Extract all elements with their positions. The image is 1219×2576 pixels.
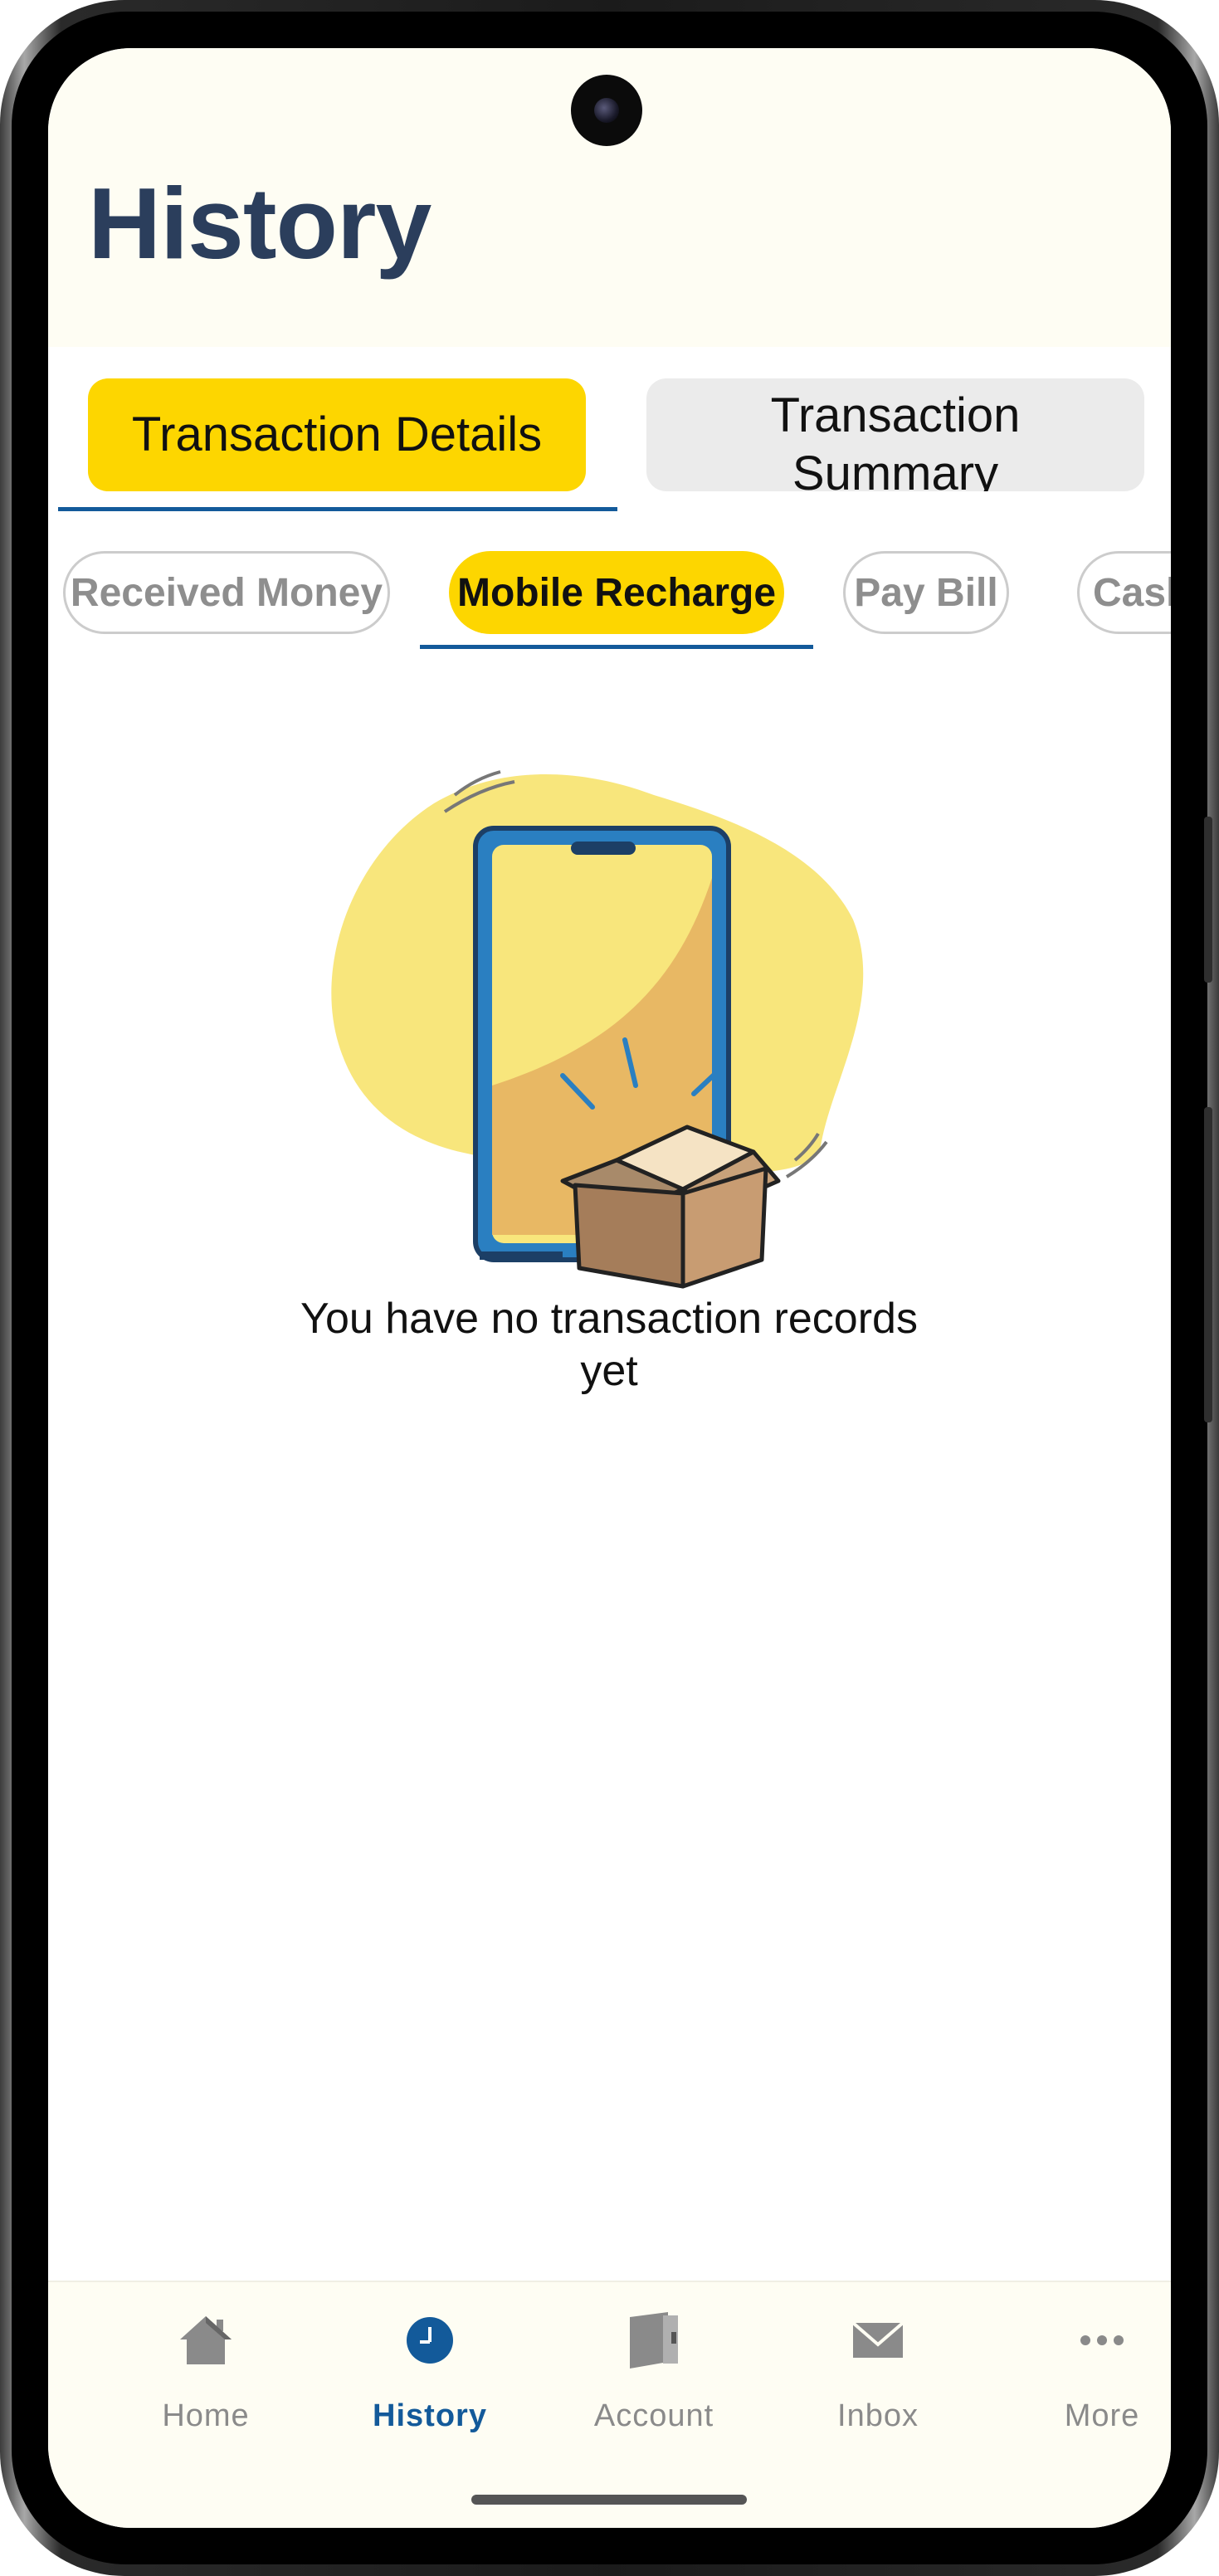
chip-label: Pay Bill: [854, 570, 998, 615]
empty-state-message: You have no transaction records yet: [300, 1295, 918, 1396]
power-button: [1204, 1107, 1212, 1422]
volume-button: [1204, 817, 1212, 983]
chip-label: Mobile Recharge: [456, 570, 777, 615]
tab-transaction-details[interactable]: Transaction Details: [88, 378, 586, 491]
chip-overflow-clip: Cash: [1077, 538, 1171, 646]
nav-label: History: [373, 2398, 487, 2433]
clock-icon: [397, 2307, 463, 2374]
chip-label: Received Money: [70, 570, 383, 615]
mail-icon: [845, 2307, 911, 2374]
home-indicator[interactable]: [471, 2495, 747, 2505]
nav-label: Inbox: [837, 2398, 919, 2433]
bottom-nav: Home History Account Inbox More: [48, 2281, 1171, 2528]
front-camera: [571, 75, 642, 146]
empty-box-illustration: [331, 770, 864, 1289]
chip-pay-bill[interactable]: Pay Bill: [843, 551, 1009, 634]
active-tab-indicator: [58, 507, 617, 511]
app-screen: History Transaction Details Transaction …: [48, 48, 1171, 2528]
header: History: [48, 48, 1171, 347]
more-icon: [1069, 2307, 1135, 2374]
tab-label: Transaction Summary: [770, 388, 1021, 491]
chip-cash[interactable]: Cash: [1077, 551, 1171, 634]
nav-item-account[interactable]: Account: [554, 2307, 753, 2473]
phone-frame: History Transaction Details Transaction …: [0, 0, 1219, 2576]
page-title: History: [88, 167, 432, 280]
chip-received-money[interactable]: Received Money: [63, 551, 390, 634]
active-chip-indicator: [420, 645, 813, 649]
tab-transaction-summary[interactable]: Transaction Summary: [646, 378, 1144, 491]
tab-label: Transaction Details: [131, 407, 543, 462]
nav-label: Home: [162, 2398, 250, 2433]
nav-label: Account: [593, 2398, 714, 2433]
chip-label: Cash: [1093, 570, 1171, 615]
nav-label: More: [1064, 2398, 1140, 2433]
nav-item-home[interactable]: Home: [106, 2307, 305, 2473]
nav-item-inbox[interactable]: Inbox: [778, 2307, 978, 2473]
chip-mobile-recharge[interactable]: Mobile Recharge: [449, 551, 784, 634]
home-icon: [173, 2307, 239, 2374]
nav-item-more[interactable]: More: [1002, 2307, 1171, 2473]
book-icon: [621, 2307, 687, 2374]
nav-item-history[interactable]: History: [330, 2307, 529, 2473]
